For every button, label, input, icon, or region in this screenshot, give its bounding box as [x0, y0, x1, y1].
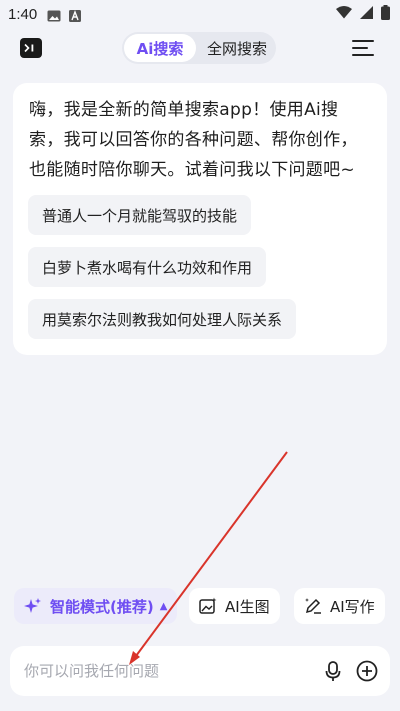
suggestion-chip[interactable]: 用莫索尔法则教我如何处理人际关系 — [28, 299, 297, 339]
image-gen-icon — [199, 597, 217, 614]
signal-icon — [360, 5, 373, 23]
status-bar: 1:40 — [0, 0, 400, 28]
ai-write-label: AI写作 — [330, 597, 375, 616]
image-icon — [47, 8, 61, 22]
ai-image-button[interactable]: AI生图 — [189, 588, 280, 624]
pen-icon — [305, 598, 321, 614]
smart-mode-label: 智能模式(推荐) — [50, 597, 154, 616]
suggestion-chip[interactable]: 白萝卜煮水喝有什么功效和作用 — [28, 247, 267, 287]
tab-ai-search[interactable]: Ai搜索 — [124, 34, 196, 62]
tab-web-search[interactable]: 全网搜索 — [200, 34, 274, 62]
ai-write-button[interactable]: AI写作 — [294, 588, 385, 624]
sparkle-icon — [24, 598, 41, 613]
suggestion-chip[interactable]: 普通人一个月就能驾驭的技能 — [28, 195, 252, 235]
assistant-greeting-card: 嗨，我是全新的简单搜索app！使用Ai搜 索，我可以回答你的各种问题、帮你创作，… — [13, 83, 387, 355]
caret-up-icon: ▲ — [159, 600, 168, 612]
greeting-line: 嗨，我是全新的简单搜索app！使用Ai搜 — [29, 100, 339, 120]
chat-input-bar — [10, 646, 390, 696]
status-time: 1:40 — [8, 5, 38, 23]
greeting-text: 嗨，我是全新的简单搜索app！使用Ai搜 索，我可以回答你的各种问题、帮你创作，… — [29, 95, 371, 185]
smart-mode-button[interactable]: 智能模式(推荐) ▲ — [14, 588, 178, 624]
search-mode-tabs: Ai搜索 全网搜索 — [122, 32, 276, 64]
terminal-icon[interactable] — [20, 38, 42, 58]
greeting-line: 也能随时陪你聊天。试着问我以下问题吧~ — [29, 160, 355, 180]
microphone-icon[interactable] — [322, 660, 344, 682]
top-header: Ai搜索 全网搜索 — [0, 28, 400, 70]
ai-image-label: AI生图 — [225, 597, 270, 616]
question-input[interactable] — [24, 646, 304, 696]
battery-icon — [381, 4, 390, 24]
add-circle-icon[interactable] — [356, 660, 378, 682]
a-badge-icon — [69, 8, 83, 22]
menu-icon[interactable] — [352, 38, 376, 58]
greeting-line: 索，我可以回答你的各种问题、帮你创作， — [29, 130, 358, 150]
mode-bar: 智能模式(推荐) ▲ AI生图 AI写作 — [0, 580, 400, 632]
wifi-icon — [336, 5, 352, 23]
